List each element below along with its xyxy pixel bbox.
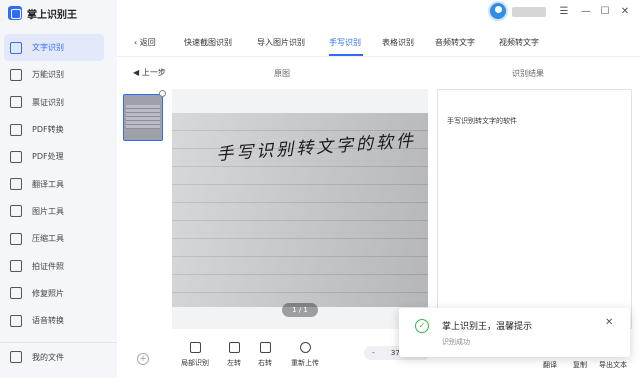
sidebar-item-label: 文字识别 bbox=[32, 43, 64, 53]
my-files-label: 我的文件 bbox=[32, 352, 64, 362]
rotate-right-icon bbox=[259, 342, 271, 353]
original-image-title: 原图 bbox=[274, 69, 290, 78]
rotate-right-button[interactable]: 右转 bbox=[245, 342, 285, 368]
maximize-icon[interactable]: ☐ bbox=[598, 5, 612, 19]
result-text[interactable]: 手写识别转文字的软件 bbox=[447, 116, 517, 126]
title-bar: ☰ — ☐ ✕ bbox=[117, 0, 640, 26]
original-image-pane: 手写识别转文字的软件 1 / 1 bbox=[172, 89, 428, 329]
folder-icon bbox=[10, 351, 22, 363]
username-redacted bbox=[512, 7, 546, 17]
sidebar-item-label: 修复照片 bbox=[32, 288, 64, 298]
result-pane[interactable]: 手写识别转文字的软件 bbox=[437, 89, 632, 329]
minimize-icon[interactable]: — bbox=[579, 5, 593, 19]
back-button[interactable]: ‹ 返回 bbox=[134, 37, 156, 48]
sidebar-item-compress[interactable]: 压缩工具 bbox=[4, 225, 104, 252]
tab-table[interactable]: 表格识别 bbox=[382, 37, 414, 48]
back-label: 返回 bbox=[139, 38, 156, 47]
copy-button[interactable]: 复制 bbox=[573, 360, 587, 370]
sidebar-item-repair-photo[interactable]: 修复照片 bbox=[4, 280, 104, 307]
thumbnail-remove-icon[interactable] bbox=[159, 90, 166, 97]
repair-photo-icon bbox=[10, 287, 22, 300]
sidebar-item-label: PDF处理 bbox=[32, 152, 64, 162]
pdf-process-icon bbox=[10, 150, 22, 163]
toast-close-icon[interactable]: ✕ bbox=[605, 317, 613, 328]
rotate-left-label: 左转 bbox=[227, 359, 241, 367]
image-tools-icon bbox=[10, 205, 22, 218]
result-title: 识别结果 bbox=[512, 69, 544, 78]
my-files-button[interactable]: 我的文件 bbox=[10, 351, 64, 363]
zoom-out-button[interactable]: - bbox=[372, 349, 375, 357]
translate-icon bbox=[10, 178, 22, 191]
partial-recognition-button[interactable]: 局部识别 bbox=[175, 342, 215, 368]
id-photo-icon bbox=[10, 260, 22, 273]
menu-icon[interactable]: ☰ bbox=[557, 5, 571, 19]
sidebar-item-label: PDF转换 bbox=[32, 125, 64, 135]
universal-recognition-icon bbox=[10, 68, 22, 81]
toast-title: 掌上识别王，温馨提示 bbox=[442, 322, 533, 332]
tab-handwriting[interactable]: 手写识别 bbox=[329, 37, 361, 48]
sidebar-item-label: 翻译工具 bbox=[32, 179, 64, 189]
text-recognition-icon bbox=[10, 41, 22, 54]
app-logo-icon bbox=[8, 6, 22, 20]
reupload-button[interactable]: 重新上传 bbox=[285, 342, 325, 368]
refresh-icon bbox=[299, 342, 311, 353]
sidebar-item-label: 拍证件照 bbox=[32, 261, 64, 271]
thumbnail-preview bbox=[126, 105, 160, 129]
sidebar-item-label: 压缩工具 bbox=[32, 234, 64, 244]
toast-message: 识别成功 bbox=[442, 338, 470, 346]
sidebar-item-voice-convert[interactable]: 语音转换 bbox=[4, 307, 104, 334]
pdf-convert-icon bbox=[10, 123, 22, 136]
ticket-recognition-icon bbox=[10, 96, 22, 109]
prev-step-button[interactable]: ◀ 上一步 bbox=[133, 67, 166, 78]
sidebar-nav: 文字识别 万能识别 票证识别 PDF转换 PDF处理 翻译工具 图片工具 压缩工… bbox=[4, 34, 104, 334]
tab-video-to-text[interactable]: 视频转文字 bbox=[499, 37, 539, 48]
tab-audio-to-text[interactable]: 音频转文字 bbox=[435, 37, 475, 48]
sidebar-item-label: 票证识别 bbox=[32, 97, 64, 107]
reupload-label: 重新上传 bbox=[291, 359, 319, 367]
rotate-right-label: 右转 bbox=[258, 359, 272, 367]
sidebar-item-label: 图片工具 bbox=[32, 206, 64, 216]
sidebar-item-universal-recognition[interactable]: 万能识别 bbox=[4, 61, 104, 88]
sidebar-item-pdf-convert[interactable]: PDF转换 bbox=[4, 116, 104, 143]
close-icon[interactable]: ✕ bbox=[618, 5, 632, 19]
brand: 掌上识别王 bbox=[8, 4, 77, 22]
sidebar-item-image-tools[interactable]: 图片工具 bbox=[4, 198, 104, 225]
sidebar-item-label: 万能识别 bbox=[32, 70, 64, 80]
crop-icon bbox=[189, 342, 201, 353]
sidebar: 掌上识别王 文字识别 万能识别 票证识别 PDF转换 PDF处理 翻译工具 图片… bbox=[0, 0, 117, 378]
prev-step-label: 上一步 bbox=[141, 68, 166, 77]
rotate-left-icon bbox=[228, 342, 240, 353]
tab-bar: ‹ 返回 快速截图识别 导入图片识别 手写识别 表格识别 音频转文字 视频转文字 bbox=[117, 31, 640, 57]
sidebar-divider bbox=[0, 342, 117, 343]
export-text-button[interactable]: 导出文本 bbox=[599, 360, 627, 370]
translate-button[interactable]: 翻译 bbox=[543, 360, 557, 370]
sidebar-item-ticket-recognition[interactable]: 票证识别 bbox=[4, 89, 104, 116]
sidebar-item-label: 语音转换 bbox=[32, 316, 64, 326]
image-thumbnail[interactable] bbox=[123, 94, 163, 141]
sidebar-item-pdf-process[interactable]: PDF处理 bbox=[4, 143, 104, 170]
sidebar-item-translate[interactable]: 翻译工具 bbox=[4, 170, 104, 197]
notification-toast: ✓ 掌上识别王，温馨提示 识别成功 ✕ bbox=[399, 308, 630, 357]
tab-import-image[interactable]: 导入图片识别 bbox=[257, 37, 305, 48]
avatar[interactable] bbox=[488, 1, 508, 21]
sidebar-item-text-recognition[interactable]: 文字识别 bbox=[4, 34, 104, 62]
sidebar-item-id-photo[interactable]: 拍证件照 bbox=[4, 252, 104, 279]
app-name: 掌上识别王 bbox=[27, 9, 77, 21]
voice-convert-icon bbox=[10, 314, 22, 327]
partial-recognition-label: 局部识别 bbox=[181, 359, 209, 367]
add-image-button[interactable]: + bbox=[137, 353, 149, 365]
compress-icon bbox=[10, 232, 22, 245]
page-indicator: 1 / 1 bbox=[282, 303, 318, 317]
success-check-icon: ✓ bbox=[415, 319, 429, 333]
tab-quick-screenshot[interactable]: 快速截图识别 bbox=[184, 37, 232, 48]
active-tab-indicator bbox=[329, 54, 363, 56]
